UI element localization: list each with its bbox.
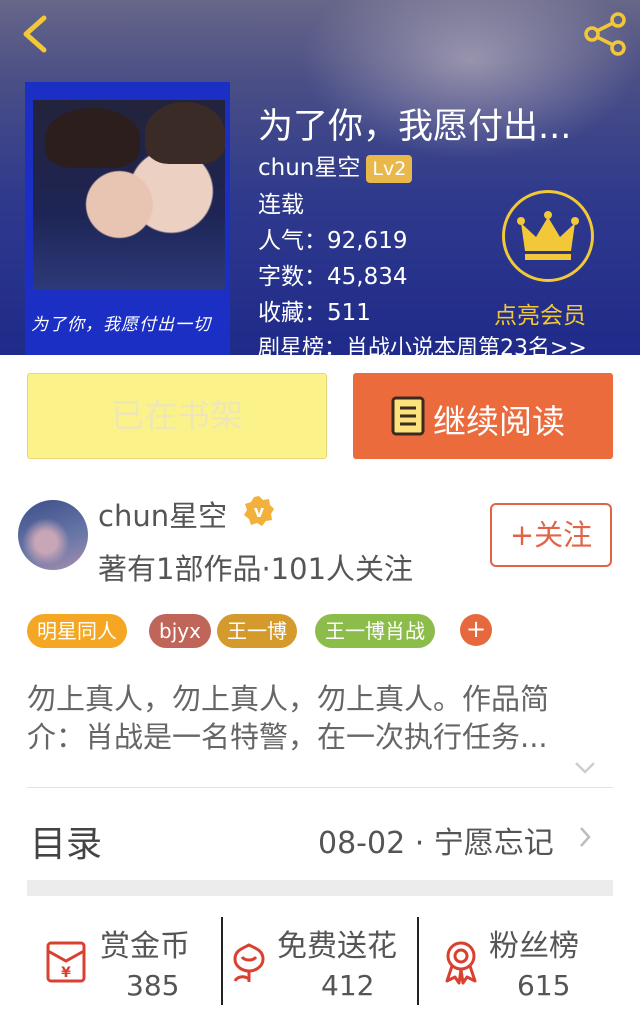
free-flower-label: 免费送花 xyxy=(277,929,397,964)
medal-icon xyxy=(445,941,477,985)
latest-chapter[interactable]: 08-02 · 宁愿忘记 xyxy=(318,818,554,862)
word-count-stat: 字数：45,834 xyxy=(258,264,408,290)
free-flower-button[interactable]: 免费送花 412 xyxy=(223,915,418,1010)
cover-figure-left xyxy=(45,108,140,168)
red-envelope-icon: ¥ xyxy=(46,941,86,983)
fan-ranking-label: 粉丝榜 xyxy=(489,929,579,964)
book-header: 为了你，我愿付出一切 为了你，我愿付出... chun星空 Lv2 连载 人气：9… xyxy=(0,0,640,355)
book-cover[interactable]: 为了你，我愿付出一切 xyxy=(25,82,230,355)
free-flower-count: 412 xyxy=(321,969,375,1002)
share-icon[interactable] xyxy=(580,12,630,56)
chevron-left-icon[interactable] xyxy=(14,12,58,56)
svg-text:¥: ¥ xyxy=(61,965,71,981)
reward-coins-button[interactable]: ¥ 赏金币 385 xyxy=(0,915,220,1010)
continue-reading-button[interactable]: 继续阅读 xyxy=(353,373,613,459)
reward-coins-label: 赏金币 xyxy=(100,929,190,964)
summary-line-2: 介：肖战是一名特警，在一次执行任务... xyxy=(27,720,548,754)
header-author[interactable]: chun星空 Lv2 xyxy=(258,148,413,183)
book-icon xyxy=(391,396,425,436)
book-summary[interactable]: 勿上真人，勿上真人，勿上真人。作品简 介：肖战是一名特警，在一次执行任务... xyxy=(27,680,617,756)
svg-text:v: v xyxy=(254,502,265,521)
continue-reading-label: 继续阅读 xyxy=(433,402,565,441)
add-tag-button[interactable]: + xyxy=(460,614,492,646)
vip-label[interactable]: 点亮会员 xyxy=(494,296,586,330)
fan-ranking-count: 615 xyxy=(517,969,571,1002)
reward-coins-count: 385 xyxy=(126,969,180,1002)
level-badge: Lv2 xyxy=(366,154,413,183)
follow-button[interactable]: +关注 xyxy=(490,503,612,567)
header-author-name: chun星空 xyxy=(258,155,361,181)
serial-status: 连载 xyxy=(258,192,304,218)
flower-icon xyxy=(233,943,265,982)
tag-item[interactable]: bjyx xyxy=(149,614,211,648)
section-separator xyxy=(27,880,613,896)
on-shelf-button[interactable]: 已在书架 xyxy=(27,373,327,459)
tag-item[interactable]: 王一博肖战 xyxy=(315,614,435,648)
summary-line-1: 勿上真人，勿上真人，勿上真人。作品简 xyxy=(27,682,550,716)
author-name[interactable]: chun星空 xyxy=(98,493,227,535)
toc-title[interactable]: 目录 xyxy=(30,815,102,867)
book-title: 为了你，我愿付出... xyxy=(258,107,572,147)
tag-item[interactable]: 明星同人 xyxy=(27,614,127,648)
cover-figure-right xyxy=(145,102,225,164)
tag-item[interactable]: 王一博 xyxy=(217,614,297,648)
verified-v-icon: v xyxy=(244,496,274,526)
divider xyxy=(27,787,613,788)
popularity-stat: 人气：92,619 xyxy=(258,228,408,254)
favorites-stat: 收藏：511 xyxy=(258,300,371,326)
chevron-right-icon[interactable] xyxy=(578,825,592,849)
fan-ranking-button[interactable]: 粉丝榜 615 xyxy=(419,915,640,1010)
rank-link[interactable]: 剧星榜：肖战小说本周第23名>> xyxy=(258,330,587,355)
author-stats: 著有1部作品·101人关注 xyxy=(98,552,414,586)
chevron-down-icon[interactable] xyxy=(573,760,597,776)
cover-caption: 为了你，我愿付出一切 xyxy=(31,315,211,335)
crown-icon xyxy=(517,211,579,260)
vip-button[interactable] xyxy=(502,190,594,282)
author-avatar[interactable] xyxy=(18,500,88,570)
